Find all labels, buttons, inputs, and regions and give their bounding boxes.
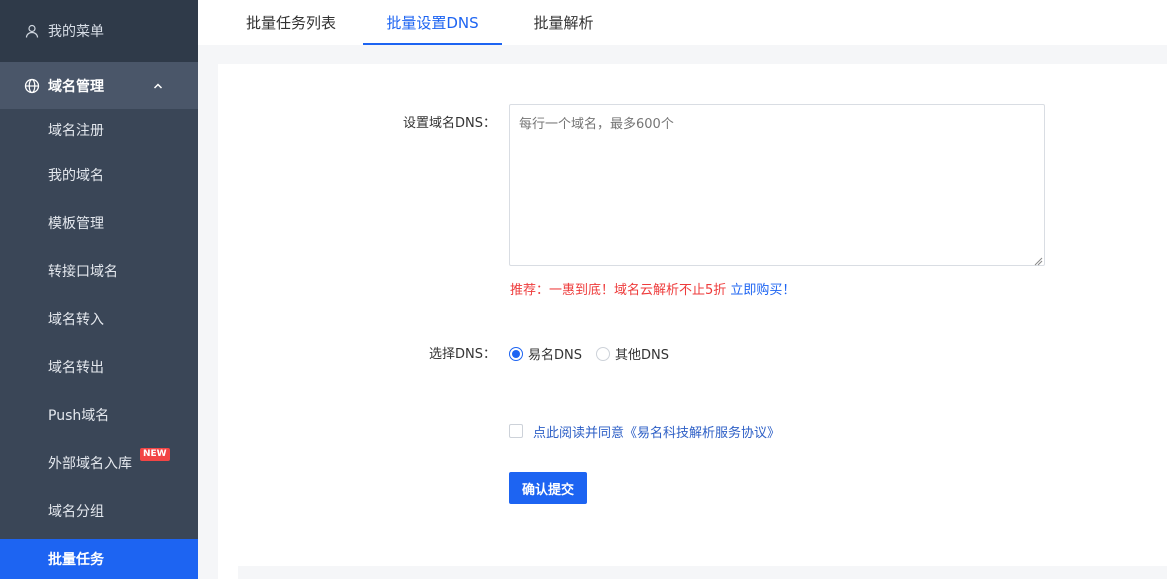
sidebar-item-templates[interactable]: 模板管理 — [0, 203, 198, 243]
sidebar-item-push[interactable]: Push域名 — [0, 395, 198, 435]
sidebar-item-transfer-in[interactable]: 域名转入 — [0, 299, 198, 339]
tab-batch-set-dns[interactable]: 批量设置DNS — [363, 0, 502, 45]
tab-bar: 批量任务列表 批量设置DNS 批量解析 — [198, 0, 1167, 45]
dns-field-label: 设置域名DNS： — [403, 116, 496, 131]
radio-label: 易名DNS — [528, 348, 582, 363]
sidebar-item-label: Push域名 — [48, 408, 110, 424]
sidebar-item-batch-tasks[interactable]: 批量任务 — [0, 539, 198, 579]
dns-select-label: 选择DNS： — [429, 347, 496, 362]
sidebar-item-transfer-interface[interactable]: 转接口域名 — [0, 251, 198, 291]
domain-list-textarea[interactable] — [509, 104, 1045, 266]
sidebar-item-label: 模板管理 — [48, 216, 104, 232]
new-badge: NEW — [140, 448, 170, 461]
tab-batch-task-list[interactable]: 批量任务列表 — [243, 0, 339, 45]
promo-text: 推荐：一惠到底！域名云解析不止5折 立即购买！ — [510, 279, 795, 298]
user-icon — [24, 23, 40, 39]
submit-button[interactable]: 确认提交 — [509, 472, 587, 504]
agreement-link[interactable]: 点此阅读并同意《易名科技解析服务协议》 — [533, 422, 780, 441]
globe-icon — [24, 78, 40, 94]
buy-now-link[interactable]: 立即购买！ — [730, 283, 795, 298]
sidebar-item-external-import[interactable]: 外部域名入库 NEW — [0, 443, 198, 483]
sidebar: 我的菜单 域名管理 域名注册 我的域名 模板管理 转接口域名 域名转入 域名转出… — [0, 0, 198, 579]
app-root: 我的菜单 域名管理 域名注册 我的域名 模板管理 转接口域名 域名转入 域名转出… — [0, 0, 1167, 579]
panel-footer-strip — [238, 566, 1167, 579]
tab-label: 批量设置DNS — [386, 14, 479, 32]
sidebar-item-label: 外部域名入库 — [48, 456, 132, 472]
tab-label: 批量任务列表 — [245, 14, 336, 32]
radio-unchecked-icon[interactable] — [596, 346, 610, 361]
sidebar-item-transfer-out[interactable]: 域名转出 — [0, 347, 198, 387]
sidebar-item-my-menu[interactable]: 我的菜单 — [0, 0, 198, 62]
radio-other-dns[interactable]: 其他DNS — [596, 344, 669, 363]
sidebar-item-label: 域名转入 — [48, 312, 104, 328]
sidebar-group-label: 域名管理 — [48, 78, 104, 95]
sidebar-item-label: 转接口域名 — [48, 264, 118, 280]
tab-label: 批量解析 — [533, 14, 594, 32]
sidebar-group-domain-management[interactable]: 域名管理 — [0, 62, 198, 109]
chevron-up-icon[interactable] — [152, 80, 164, 92]
agree-checkbox[interactable] — [509, 424, 523, 438]
radio-yiming-dns[interactable]: 易名DNS — [509, 344, 582, 363]
sidebar-item-label: 批量任务 — [48, 552, 104, 568]
sidebar-item-my-domains[interactable]: 我的域名 — [0, 155, 198, 195]
promo-message: 推荐：一惠到底！域名云解析不止5折 — [510, 283, 727, 298]
resize-handle-icon[interactable] — [1033, 254, 1043, 266]
radio-checked-icon[interactable] — [509, 346, 523, 361]
sidebar-item-domain-register[interactable]: 域名注册 — [0, 110, 198, 150]
tab-batch-resolve[interactable]: 批量解析 — [531, 0, 596, 45]
sidebar-item-label: 域名转出 — [48, 360, 104, 376]
sidebar-item-label: 我的菜单 — [48, 24, 104, 40]
radio-label: 其他DNS — [615, 348, 669, 363]
sidebar-item-label: 域名注册 — [48, 123, 104, 139]
sidebar-item-label: 域名分组 — [48, 504, 104, 520]
sidebar-item-domain-groups[interactable]: 域名分组 — [0, 491, 198, 531]
sidebar-item-label: 我的域名 — [48, 168, 104, 184]
